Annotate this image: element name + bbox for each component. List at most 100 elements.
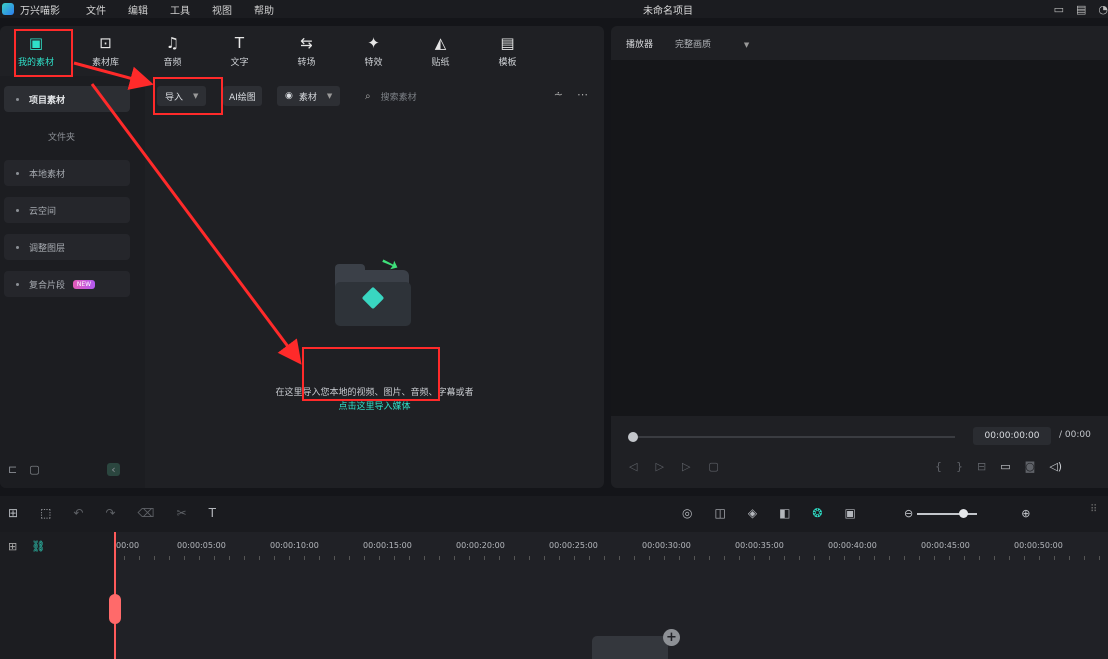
media-type-dropdown[interactable]: ◉ 素材 ▼: [277, 86, 341, 106]
render-icon[interactable]: ◎: [682, 506, 692, 520]
save-icon[interactable]: ▤: [1076, 3, 1086, 16]
zoom-slider[interactable]: [917, 508, 978, 518]
quality-dropdown[interactable]: 完整画质 ▼: [675, 37, 749, 50]
search-input[interactable]: ⌕ 搜索素材: [365, 90, 417, 103]
menu-tools[interactable]: 工具: [170, 2, 190, 17]
bullet-icon: [16, 97, 19, 101]
account-icon[interactable]: ◔: [1098, 3, 1108, 16]
ruler-tick: [499, 556, 500, 560]
ruler-tick: [799, 556, 800, 560]
menu-file[interactable]: 文件: [86, 2, 106, 17]
split-icon[interactable]: ✂: [177, 506, 187, 520]
media-drop-area[interactable]: ➘ 在这里导入您本地的视频、图片、音频、字幕或者 点击这里导入媒体: [145, 114, 604, 488]
ruler-label: 00:00:30:00: [642, 541, 691, 550]
redo-icon[interactable]: ↷: [105, 506, 115, 520]
tab-template[interactable]: ▤ 模板: [474, 26, 541, 76]
mark-out-icon[interactable]: }: [956, 460, 963, 473]
filter-icon[interactable]: ⩪: [554, 88, 563, 101]
stop-icon[interactable]: ▢: [708, 460, 718, 473]
tab-label: 特效: [364, 57, 383, 68]
music-note-icon: ♫: [165, 33, 180, 52]
tab-effects[interactable]: ✦ 特效: [340, 26, 407, 76]
ruler-tick: [1024, 556, 1025, 560]
sidebar-item-compound-clip[interactable]: 复合片段 NEW: [4, 271, 130, 297]
import-folder-icon: ➘: [335, 250, 411, 326]
ruler-tick: [889, 556, 890, 560]
media-type-label: 素材: [298, 92, 317, 103]
tab-audio[interactable]: ♫ 音频: [139, 26, 206, 76]
timeline-ruler[interactable]: 00:00 00:00:05:00 00:00:10:00 00:00:15:00 00…: [114, 532, 1108, 562]
ruler-tick: [904, 556, 905, 560]
player-topbar: 播放器 完整画质 ▼: [611, 26, 1108, 60]
menu-view[interactable]: 视图: [212, 2, 232, 17]
bullet-icon: [16, 171, 19, 175]
ruler-tick: [514, 556, 515, 560]
sidebar-item-project-media[interactable]: 项目素材: [4, 86, 130, 112]
ruler-label: 00:00:15:00: [363, 541, 412, 550]
play-icon[interactable]: ▷: [682, 460, 690, 473]
add-text-icon[interactable]: T: [209, 506, 216, 520]
ruler-tick: [274, 556, 275, 560]
ruler-tick: [649, 556, 650, 560]
ruler-tick: [754, 556, 755, 560]
panel-grip-icon[interactable]: ⠿: [1090, 504, 1100, 524]
select-tool-icon[interactable]: ⬚: [40, 506, 51, 520]
sidebar-item-adjustment-layer[interactable]: 调整图层: [4, 234, 130, 260]
playhead-handle[interactable]: [109, 594, 121, 624]
sidebar-item-cloud[interactable]: 云空间: [4, 197, 130, 223]
audio-mix-icon[interactable]: ◧: [779, 506, 790, 520]
undo-icon[interactable]: ↶: [73, 506, 83, 520]
tab-transition[interactable]: ⇆ 转场: [273, 26, 340, 76]
color-icon[interactable]: ◈: [748, 506, 757, 520]
ruler-tick: [769, 556, 770, 560]
layout-icon[interactable]: ▭: [1054, 3, 1064, 16]
tab-text[interactable]: T 文字: [206, 26, 273, 76]
collapse-sidebar-icon[interactable]: ‹: [107, 463, 120, 476]
shield-icon[interactable]: ◫: [714, 506, 725, 520]
menu-help[interactable]: 帮助: [254, 2, 274, 17]
volume-icon[interactable]: ◁): [1049, 460, 1062, 473]
delete-icon[interactable]: ⌫: [138, 506, 155, 520]
menu-edit[interactable]: 编辑: [128, 2, 148, 17]
add-media-icon[interactable]: +: [663, 629, 680, 646]
zoom-knob[interactable]: [959, 508, 969, 518]
template-icon: ▤: [500, 33, 515, 52]
add-track-icon[interactable]: ⊞: [8, 540, 17, 553]
grid-icon[interactable]: ⊞: [8, 506, 18, 520]
ruler-tick: [394, 556, 395, 560]
more-icon[interactable]: ⋯: [577, 88, 588, 101]
sidebar-folder[interactable]: 文件夹: [48, 130, 75, 143]
ai-draw-button[interactable]: AI绘图: [223, 86, 262, 106]
drop-media-placeholder[interactable]: [592, 636, 668, 659]
ruler-label: 00:00:10:00: [270, 541, 319, 550]
ruler-label: 00:00:20:00: [456, 541, 505, 550]
snapshot-icon[interactable]: ◙: [1025, 460, 1036, 473]
zoom-out-icon[interactable]: ⊖: [904, 507, 913, 520]
folder-icon[interactable]: ▢: [29, 463, 39, 476]
text-icon: T: [234, 33, 245, 52]
caption-icon[interactable]: ▣: [844, 506, 855, 520]
link-icon[interactable]: ⛓: [31, 540, 45, 553]
previous-frame-icon[interactable]: ◁: [629, 460, 637, 473]
new-folder-icon[interactable]: ⊏: [8, 463, 17, 476]
ruler-label: 00:00:45:00: [921, 541, 970, 550]
play-reverse-icon[interactable]: ▷: [655, 460, 663, 473]
tab-library[interactable]: ⊡ 素材库: [72, 26, 139, 76]
ai-icon[interactable]: ❂: [812, 506, 822, 520]
sidebar-item-local-media[interactable]: 本地素材: [4, 160, 130, 186]
tab-sticker[interactable]: ◭ 贴纸: [407, 26, 474, 76]
ruler-tick: [529, 556, 530, 560]
ruler-tick: [334, 556, 335, 560]
playback-progress[interactable]: [628, 432, 955, 442]
display-ratio-icon[interactable]: ⊟: [977, 460, 986, 473]
progress-knob[interactable]: [628, 432, 638, 442]
monitor-icon[interactable]: ▭: [1000, 460, 1010, 473]
ruler-tick: [1069, 556, 1070, 560]
player-tools: { } ⊟ ▭ ◙ ◁): [921, 460, 1062, 473]
zoom-in-icon[interactable]: ⊕: [1021, 507, 1030, 520]
ruler-tick: [724, 556, 725, 560]
playhead[interactable]: [109, 532, 121, 659]
ruler-tick: [454, 556, 455, 560]
ruler-tick: [304, 556, 305, 560]
mark-in-icon[interactable]: {: [935, 460, 942, 473]
